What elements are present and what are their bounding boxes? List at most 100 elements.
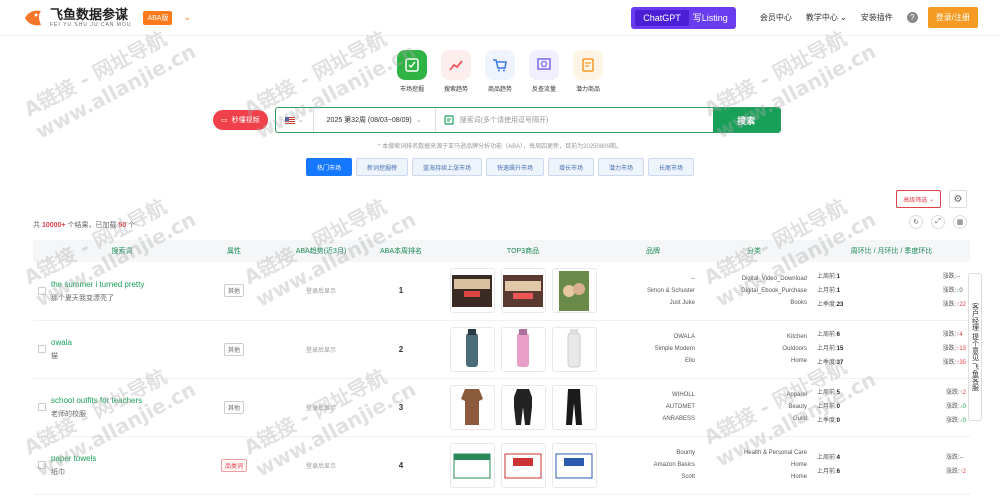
product-thumbnail[interactable] [500,326,546,372]
keyword-table: 搜索词 属性 ABA趋势(近3月) ABA本周排名 TOP3商品 品牌 分类 周… [33,240,970,495]
brand-list: WIHOLL AUTOMET ANRABESS [611,378,695,437]
refresh-icon[interactable]: ↻ [909,215,923,229]
trend-login-hint[interactable]: 登录后显示 [275,436,367,495]
brand-subtitle: FEI YU SHU JU CAN MOU [50,21,132,28]
tab-blue-ocean[interactable]: 蓝海持续上涨市场 [411,158,482,176]
attribute-cell: 其他 [193,378,275,437]
category-list: Kitchen Outdoors Home [695,320,813,379]
keyword-search-input[interactable]: 搜索词(多个请使用逗号隔开) [436,108,713,132]
tool-search-trend[interactable]: 搜索趋势 [441,50,471,93]
expand-icon[interactable]: ⤢ [931,215,945,229]
tab-potential[interactable]: 潜力市场 [598,158,645,176]
week-select[interactable]: 2025 第32周 (08/03~08/09) ⌄ [314,108,436,132]
gear-icon[interactable]: ⚙ [949,190,967,208]
stats-mid: 个结果，已加载 [67,222,117,229]
keyword-cell: the summer i turned pretty 那个夏天我变漂亮了 [51,262,193,321]
tool-potential-products[interactable]: 潜力商品 [573,50,603,93]
tool-product-trend[interactable]: 商品趋势 [485,50,515,93]
table-header-row: 搜索词 属性 ABA趋势(近3月) ABA本周排名 TOP3商品 品牌 分类 周… [33,240,970,262]
col-change[interactable]: 周环比 / 月环比 / 季度环比 [813,240,970,262]
tool-bar: 市场挖掘 搜索趋势 商品趋势 反查流量 潜力商品 [0,50,1000,93]
attribute-tag: 其他 [223,284,244,298]
top3-cell [435,378,611,437]
stats-total: 10000+ [41,222,66,229]
trend-login-hint[interactable]: 登录后显示 [275,262,367,321]
tool-reverse-traffic[interactable]: 反查流量 [529,50,559,93]
video-tutorial-button[interactable]: ▭ 秒懂视频 [213,110,268,130]
row-checkbox[interactable] [38,345,46,353]
keyword-link[interactable]: owala [51,337,193,349]
category-list: Health & Personal Care Home Home [695,436,813,495]
keyword-link[interactable]: school outfits for teachers [51,395,193,407]
side-service-panel[interactable]: 客户经理 提个意见 飞鱼客服 [968,273,982,421]
product-thumbnail[interactable] [449,384,495,430]
brand-name: 飞鱼数据参谋 [50,6,129,22]
row-checkbox-cell [33,436,51,495]
advanced-filter-button[interactable]: 高级筛选 ⌄ [896,190,941,208]
marketplace-select[interactable]: ⌄ [276,108,314,132]
row-checkbox[interactable] [38,403,46,411]
brand-list: Bounty Amazon Basics Scott [611,436,695,495]
product-thumbnail[interactable] [551,442,597,488]
attribute-cell: 其他 [193,320,275,379]
product-thumbnail[interactable] [449,442,495,488]
grid-view-icon[interactable]: ▦ [953,215,967,229]
potential-icon [573,50,603,80]
tab-hot-market[interactable]: 热门市场 [305,158,352,176]
search-row: ▭ 秒懂视频 ⌄ 2025 第32周 (08/03~08/09) ⌄ 搜索词(多个… [213,107,1000,133]
col-aba-rank[interactable]: ABA本周排名 [367,240,435,262]
keyword-link[interactable]: paper towels [51,453,193,465]
logo[interactable]: 飞鱼数据参谋 FEI YU SHU JU CAN MOU ABA版 ⌄ [22,7,191,29]
keyword-cell: owala 猫 [51,320,193,379]
search-button[interactable]: 搜索 [712,108,780,132]
row-checkbox[interactable] [38,461,46,469]
tab-rapid-rise[interactable]: 快速飙升市场 [485,158,544,176]
attribute-tag: 其他 [223,400,244,414]
product-thumbnail[interactable] [500,384,546,430]
table-row: school outfits for teachers 老师的校服 其他 登录后显… [33,378,970,437]
keyword-translation: 猫 [51,353,58,360]
keyword-icon [444,115,454,125]
tool-label: 商品趋势 [487,87,512,93]
trend-login-hint[interactable]: 登录后显示 [275,378,367,437]
keyword-cell: paper towels 纸巾 [51,436,193,495]
change-cell: 上周前:5 上月前:0 上季度:0 涨跌:↑2 涨跌:↓0 涨跌:↓0 [813,378,970,437]
login-register-button[interactable]: 登录/注册 [927,7,978,28]
keyword-translation: 那个夏天我变漂亮了 [51,294,114,302]
product-thumbnail[interactable] [449,268,495,314]
result-stats: 共 10000+ 个结果，已加载 50 个 [33,220,135,230]
product-thumbnail[interactable] [551,326,597,372]
stats-loaded: 50 [118,222,127,229]
tab-new-word-mining[interactable]: 新词挖掘榜 [355,158,408,176]
change-cell: 上周前:1 上月前:1 上季度:23 涨跌:-- 涨跌:↓0 涨跌:↑22 [813,262,970,321]
nav-member-center[interactable]: 会员中心 [760,12,792,23]
reverse-icon [529,50,559,80]
tool-market-mining[interactable]: 市场挖掘 [397,50,427,93]
product-thumbnail[interactable] [551,384,597,430]
trend-login-hint[interactable]: 登录后显示 [275,320,367,379]
change-cell: 上周前:6 上月前:15 上季度:37 涨跌:↑4 涨跌:↑13 涨跌:↑35 [813,320,970,379]
tool-label: 市场挖掘 [399,87,424,93]
data-notice: * 本搜索词排名数据来源于亚马逊品牌分析功能（ABA），每周四更新，目前为202… [378,144,622,150]
product-thumbnail[interactable] [500,268,546,314]
nav-install-plugin[interactable]: 安装插件 [861,12,893,23]
top3-cell [435,436,611,495]
search-placeholder: 搜索词(多个请使用逗号隔开) [459,117,549,124]
cart-icon [485,50,515,80]
help-icon[interactable]: ? [906,12,918,23]
row-checkbox[interactable] [38,286,46,295]
product-thumbnail[interactable] [551,268,597,314]
col-keyword[interactable]: 搜索词 [51,240,193,262]
tab-growth[interactable]: 增长市场 [548,158,595,176]
video-btn-label: 秒懂视频 [231,117,260,124]
chatgpt-label: ChatGPT [635,9,689,26]
chevron-down-icon[interactable]: ⌄ [183,12,191,23]
product-thumbnail[interactable] [500,442,546,488]
tab-long-tail[interactable]: 长尾市场 [648,158,695,176]
keyword-cell: school outfits for teachers 老师的校服 [51,378,193,437]
product-thumbnail[interactable] [449,326,495,372]
nav-teaching-center[interactable]: 教学中心 ⌄ [806,12,847,23]
chatgpt-write-listing-button[interactable]: ChatGPT 写Listing [631,6,736,29]
col-top3: TOP3商品 [435,240,611,262]
keyword-link[interactable]: the summer i turned pretty [51,279,193,291]
